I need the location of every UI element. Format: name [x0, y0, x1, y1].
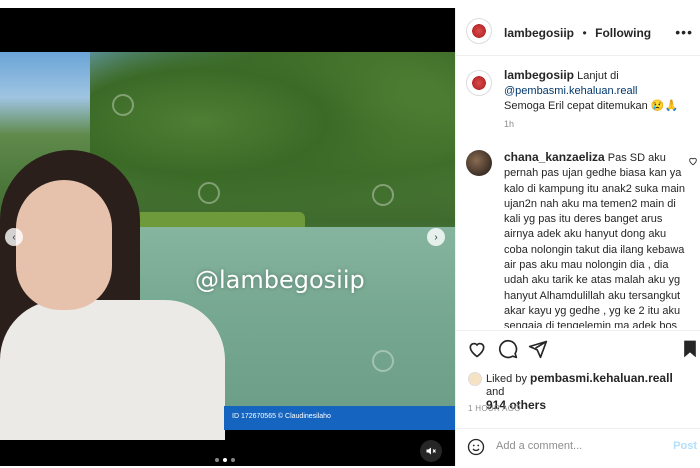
share-icon[interactable]: [528, 339, 548, 359]
post-media[interactable]: @lambegosiip ID 172670565 © Claudinesila…: [0, 8, 455, 466]
header-meta: lambegosiip • Following: [504, 24, 651, 42]
post-header: lambegosiip • Following •••: [456, 8, 700, 56]
post-timestamp: 1 HOUR AGO: [468, 404, 521, 413]
caption-username[interactable]: lambegosiip: [504, 68, 574, 82]
liker-username[interactable]: pembasmi.kehaluan.reall: [530, 371, 673, 385]
caption-text-before: Lanjut di: [577, 70, 619, 82]
likes-and: and: [486, 386, 505, 398]
post-side-panel: lambegosiip • Following ••• lambegosiip …: [455, 8, 700, 466]
stock-credit-bar: ID 172670565 © Claudinesilaho: [224, 406, 455, 430]
stock-credit: ID 172670565 © Claudinesilaho: [232, 413, 331, 420]
speaker-muted-icon: [426, 447, 436, 455]
instagram-post: @lambegosiip ID 172670565 © Claudinesila…: [0, 0, 700, 468]
add-comment-bar: Post: [456, 428, 700, 466]
caption-timestamp: 1h: [504, 119, 515, 129]
caption-author-avatar[interactable]: [466, 70, 492, 96]
post-button[interactable]: Post: [673, 440, 697, 452]
carousel-indicator: [215, 458, 235, 462]
mute-button[interactable]: [420, 440, 442, 462]
comment-input[interactable]: [496, 440, 656, 452]
previous-button[interactable]: ‹: [5, 228, 23, 246]
next-button[interactable]: ›: [427, 228, 445, 246]
likes-section: Liked by pembasmi.kehaluan.reall and 914…: [456, 364, 700, 424]
speaker-video: [0, 150, 225, 440]
separator: •: [582, 26, 587, 40]
comment-like-icon[interactable]: [688, 156, 698, 166]
caption-text-after: Semoga Eril cepat ditemukan 😢🙏: [504, 100, 679, 112]
overlay-handle: @lambegosiip: [195, 266, 365, 294]
author-avatar[interactable]: [466, 18, 492, 44]
liker-avatar[interactable]: [468, 372, 482, 386]
author-username[interactable]: lambegosiip: [504, 26, 574, 40]
commenter-avatar[interactable]: [466, 150, 492, 176]
chevron-left-icon: ‹: [12, 231, 16, 243]
comment: chana_kanzaeliza Pas SD aku pernah pas u…: [504, 150, 686, 328]
emoji-icon[interactable]: [467, 438, 485, 456]
heart-icon[interactable]: [467, 339, 487, 359]
comment-text: Pas SD aku pernah pas ujan gedhe biasa k…: [504, 152, 685, 328]
face: [16, 180, 112, 310]
watermark-icon: [112, 94, 134, 116]
carousel-dot: [215, 458, 219, 462]
shirt: [0, 300, 225, 440]
action-bar: [456, 330, 700, 364]
logo-icon: [470, 22, 488, 40]
watermark-icon: [372, 184, 394, 206]
comment-icon[interactable]: [498, 339, 518, 359]
chevron-right-icon: ›: [434, 231, 438, 243]
save-icon[interactable]: [680, 339, 700, 359]
more-options-button[interactable]: •••: [675, 24, 693, 40]
watermark-icon: [372, 350, 394, 372]
logo-icon: [470, 74, 488, 92]
caption: lambegosiip Lanjut di @pembasmi.kehaluan…: [504, 68, 694, 114]
following-button[interactable]: Following: [595, 26, 651, 40]
commenter-username[interactable]: chana_kanzaeliza: [504, 150, 605, 164]
more-horizontal-icon: •••: [675, 24, 693, 40]
carousel-dot-active: [223, 458, 227, 462]
caption-mention-link[interactable]: @pembasmi.kehaluan.reall: [504, 85, 637, 97]
likes-prefix: Liked by: [486, 373, 527, 385]
carousel-dot: [231, 458, 235, 462]
comments-list[interactable]: lambegosiip Lanjut di @pembasmi.kehaluan…: [456, 56, 700, 328]
